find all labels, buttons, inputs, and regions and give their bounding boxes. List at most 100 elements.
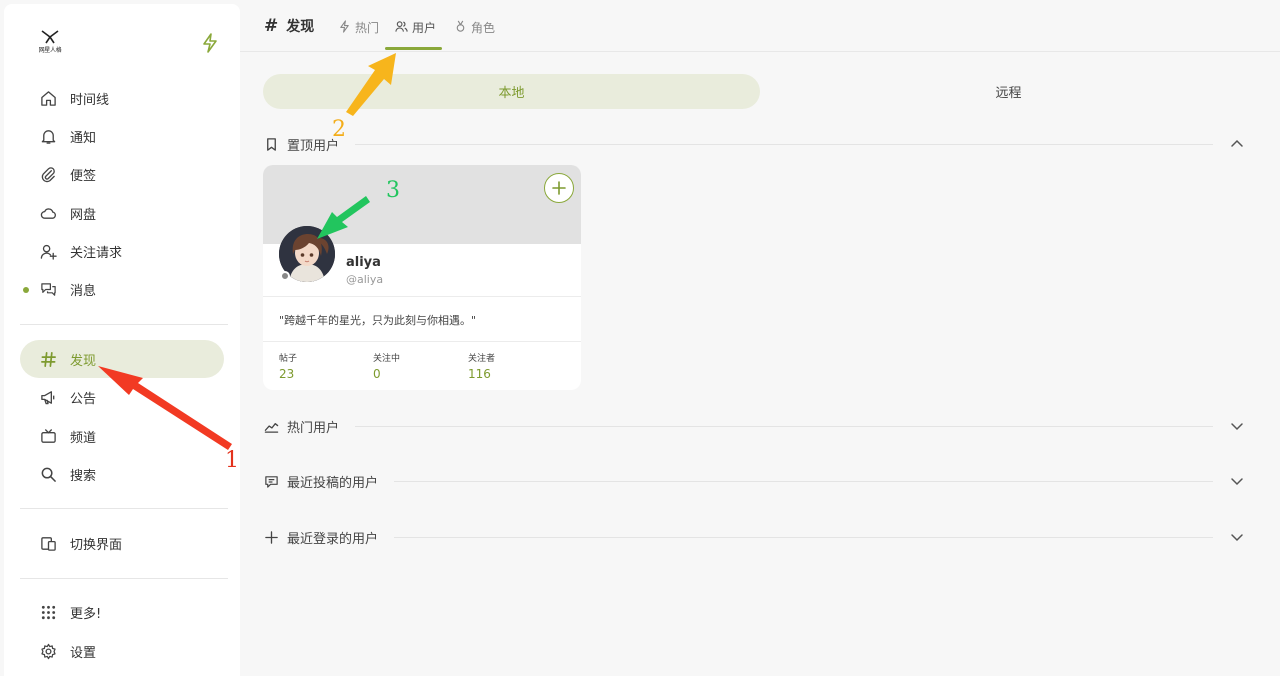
annotation-number: 1 xyxy=(225,448,239,473)
tab-roles[interactable]: 角色 xyxy=(454,14,495,52)
chat-icon xyxy=(38,279,58,299)
sidebar-item-timeline[interactable]: 时间线 xyxy=(20,79,224,117)
stat-following: 关注中 0 xyxy=(373,351,400,381)
unread-dot xyxy=(23,287,29,293)
sidebar-item-explore[interactable]: 发现 xyxy=(20,340,224,378)
online-status-dot xyxy=(280,271,290,281)
tab-label: 热门 xyxy=(355,21,380,35)
stat-value: 116 xyxy=(468,367,491,381)
section-title: 最近登录的用户 xyxy=(287,531,379,547)
app-logo[interactable]: 网星人格 xyxy=(32,28,68,56)
hash-icon xyxy=(38,349,58,369)
sidebar-item-label: 通知 xyxy=(70,130,97,146)
cloud-icon xyxy=(38,203,58,223)
stat-label: 关注中 xyxy=(373,354,401,364)
sidebar-item-search[interactable]: 搜索 xyxy=(20,455,224,493)
stat-value: 0 xyxy=(373,367,381,381)
section-recently-logged-in-users[interactable]: 最近登录的用户 xyxy=(263,525,1257,549)
tab-label: 用户 xyxy=(412,21,437,35)
bolt-icon xyxy=(340,20,349,33)
bolt-button[interactable] xyxy=(200,32,220,54)
sidebar-item-label: 发现 xyxy=(70,353,97,369)
sidebar-item-label: 频道 xyxy=(70,430,97,446)
sidebar-item-label: 设置 xyxy=(70,645,97,661)
sidebar-divider xyxy=(20,578,228,579)
sidebar-item-label: 便签 xyxy=(70,168,97,184)
page-hash: # xyxy=(264,16,279,36)
sidebar-divider xyxy=(20,508,228,509)
sidebar-item-label: 时间线 xyxy=(70,92,110,108)
user-bio: "跨越千年的星光，只为此刻与你相遇。" xyxy=(279,314,477,327)
section-popular-users[interactable]: 热门用户 xyxy=(263,414,1257,438)
badge-icon xyxy=(456,20,465,32)
bolt-icon xyxy=(203,33,217,53)
sidebar-item-follow-requests[interactable]: 关注请求 xyxy=(20,232,224,270)
bookmark-icon xyxy=(263,136,279,152)
sidebar-item-label: 搜索 xyxy=(70,468,97,484)
section-divider xyxy=(355,425,1213,427)
section-pinned-users[interactable]: 置顶用户 xyxy=(263,132,1257,156)
sidebar-item-label: 网盘 xyxy=(70,207,97,223)
sidebar: 网星人格 时间线 通知 便签 网盘 关注请求 消息 发现 公告 频道 搜索 切换… xyxy=(4,4,240,676)
user-name[interactable]: aliya xyxy=(346,255,381,270)
sidebar-header: 网星人格 xyxy=(20,24,226,64)
chevron-down-icon xyxy=(1231,423,1243,431)
users-icon xyxy=(395,21,408,32)
segment-remote[interactable]: 远程 xyxy=(760,74,1257,109)
sidebar-item-more[interactable]: 更多! xyxy=(20,593,224,631)
user-card[interactable]: aliya @aliya "跨越千年的星光，只为此刻与你相遇。" 帖子 23 关… xyxy=(263,165,581,390)
sidebar-item-notifications[interactable]: 通知 xyxy=(20,117,224,155)
section-divider xyxy=(355,143,1213,145)
sidebar-item-drive[interactable]: 网盘 xyxy=(20,194,224,232)
page-title: # 发现 xyxy=(264,16,314,36)
comment-icon xyxy=(263,473,279,489)
user-plus-icon xyxy=(38,241,58,261)
sidebar-item-notes[interactable]: 便签 xyxy=(20,155,224,193)
section-title: 热门用户 xyxy=(287,420,340,436)
page-title-text: 发现 xyxy=(286,19,315,35)
segment-local[interactable]: 本地 xyxy=(263,74,760,109)
megaphone-icon xyxy=(38,387,58,407)
tab-trending[interactable]: 热门 xyxy=(338,14,379,52)
tv-icon xyxy=(38,426,58,446)
section-recently-posted-users[interactable]: 最近投稿的用户 xyxy=(263,469,1257,493)
devices-icon xyxy=(38,533,58,553)
stat-value: 23 xyxy=(279,367,295,381)
tab-label: 角色 xyxy=(471,21,496,35)
sidebar-item-announcements[interactable]: 公告 xyxy=(20,378,224,416)
page-header: # 发现 热门 用户 角色 xyxy=(240,0,1280,52)
plus-icon xyxy=(552,181,566,195)
section-title: 最近投稿的用户 xyxy=(287,475,379,491)
section-divider xyxy=(394,480,1213,482)
home-icon xyxy=(38,88,58,108)
logo-mark-icon xyxy=(41,30,59,44)
follow-button[interactable] xyxy=(544,173,574,203)
sidebar-item-messages[interactable]: 消息 xyxy=(20,270,224,308)
card-divider xyxy=(263,296,581,297)
trend-icon xyxy=(263,418,279,434)
grid-icon xyxy=(38,602,58,622)
card-divider xyxy=(263,341,581,342)
plus-icon xyxy=(263,529,279,545)
sidebar-item-channels[interactable]: 频道 xyxy=(20,417,224,455)
sidebar-item-settings[interactable]: 设置 xyxy=(20,632,224,670)
user-handle: @aliya xyxy=(346,273,384,286)
paperclip-icon xyxy=(38,164,58,184)
chevron-down-icon xyxy=(1231,534,1243,542)
sidebar-item-label: 消息 xyxy=(70,283,97,299)
chevron-up-icon xyxy=(1231,139,1243,147)
sidebar-item-switch-ui[interactable]: 切换界面 xyxy=(20,524,224,562)
annotation-number: 3 xyxy=(386,178,400,203)
annotation-number: 2 xyxy=(332,117,346,142)
sidebar-divider xyxy=(20,324,228,325)
search-icon xyxy=(38,464,58,484)
sidebar-item-label: 更多! xyxy=(70,606,102,622)
sidebar-item-label: 关注请求 xyxy=(70,245,123,261)
section-divider xyxy=(394,536,1213,538)
logo-text: 网星人格 xyxy=(38,47,62,54)
sidebar-item-label: 切换界面 xyxy=(70,537,123,553)
origin-switch: 本地 远程 xyxy=(263,74,1257,109)
tab-active-indicator xyxy=(385,47,442,50)
stat-followers: 关注者 116 xyxy=(468,351,495,381)
stat-posts: 帖子 23 xyxy=(279,351,297,381)
